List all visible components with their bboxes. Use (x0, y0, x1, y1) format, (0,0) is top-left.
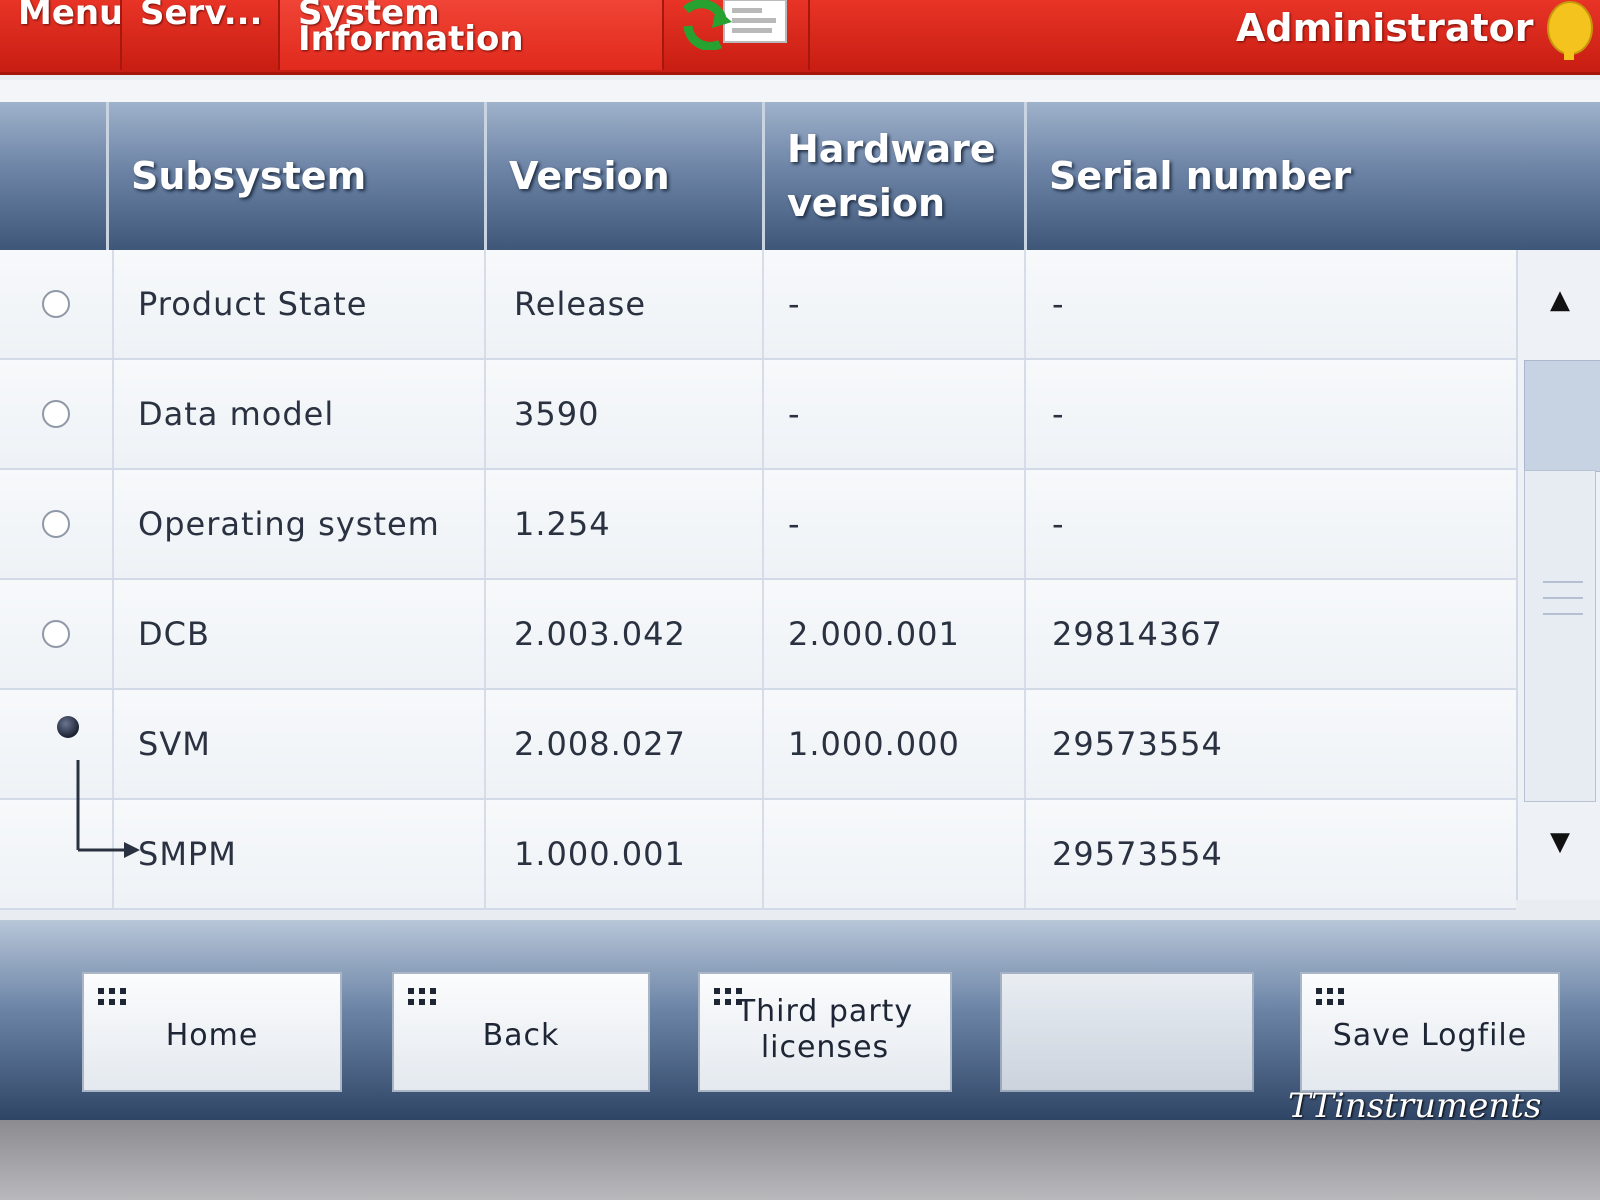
radio-button[interactable] (42, 620, 70, 648)
home-button[interactable]: Home (82, 972, 342, 1092)
current-user: Administrator (1236, 6, 1534, 50)
cell-hardware-version: 1.000.000 (762, 690, 1024, 798)
cell-hardware-version: - (762, 470, 1024, 578)
cell-subsystem: Operating system (112, 470, 484, 578)
scroll-up-arrow-icon[interactable]: ▲ (1540, 280, 1580, 320)
tree-connector-arrow-icon (76, 760, 140, 858)
table-row-child[interactable]: SMPM 1.000.001 29573554 (0, 800, 1516, 910)
tab-menu-label: Menu (18, 0, 122, 33)
tab-service-label: Serv... (140, 0, 263, 33)
vertical-scrollbar[interactable]: ▲ ▼ (1516, 250, 1600, 900)
row-radio-cell[interactable] (0, 580, 112, 688)
cell-serial-number: 29573554 (1024, 690, 1516, 798)
row-radio-cell[interactable] (0, 470, 112, 578)
cell-hardware-version (762, 800, 1024, 908)
radio-button-selected[interactable] (57, 716, 79, 738)
row-radio-cell[interactable] (0, 250, 112, 358)
cell-version: 2.008.027 (484, 690, 762, 798)
cell-subsystem: DCB (112, 580, 484, 688)
cell-version: Release (484, 250, 762, 358)
table-row[interactable]: Operating system 1.254 - - (0, 470, 1516, 580)
tab-system-information[interactable]: System Information (280, 0, 664, 70)
subsystem-table-body: Product State Release - - Data model 359… (0, 250, 1516, 910)
cell-subsystem: SMPM (112, 800, 484, 908)
third-party-licenses-button[interactable]: Third party licenses (698, 972, 952, 1092)
cell-hardware-version: - (762, 250, 1024, 358)
third-party-licenses-label: Third party licenses (736, 994, 914, 1065)
column-header-version: Version (484, 102, 762, 250)
device-screen: Menu Serv... System Information Administ… (0, 0, 1600, 1120)
tab-service[interactable]: Serv... (122, 0, 280, 70)
grid-icon (1316, 988, 1344, 1005)
empty-button (1000, 972, 1254, 1092)
back-button-label: Back (482, 1018, 560, 1053)
save-logfile-button[interactable]: Save Logfile (1300, 972, 1560, 1092)
cell-version: 1.254 (484, 470, 762, 578)
save-logfile-label: Save Logfile (1332, 1018, 1528, 1053)
tab-menu[interactable]: Menu (0, 0, 122, 70)
scroll-down-arrow-icon[interactable]: ▼ (1540, 822, 1580, 862)
radio-button[interactable] (42, 510, 70, 538)
table-row-selected[interactable]: SVM 2.008.027 1.000.000 29573554 (0, 690, 1516, 800)
top-bar: Menu Serv... System Information Administ… (0, 0, 1600, 75)
export-log-button[interactable] (664, 0, 810, 70)
cell-serial-number: - (1024, 470, 1516, 578)
home-button-label: Home (165, 1018, 259, 1053)
table-row[interactable]: DCB 2.003.042 2.000.001 29814367 (0, 580, 1516, 690)
cell-subsystem: Data model (112, 360, 484, 468)
back-button[interactable]: Back (392, 972, 650, 1092)
cell-hardware-version: - (762, 360, 1024, 468)
row-radio-cell[interactable] (0, 360, 112, 468)
grid-icon (408, 988, 436, 1005)
tab-system-information-label: System Information (298, 0, 524, 59)
scrollbar-track[interactable] (1524, 470, 1596, 802)
table-row[interactable]: Data model 3590 - - (0, 360, 1516, 470)
device-bezel (0, 1120, 1600, 1200)
cell-version: 1.000.001 (484, 800, 762, 908)
cell-serial-number: 29814367 (1024, 580, 1516, 688)
cell-subsystem: Product State (112, 250, 484, 358)
table-header: Subsystem Version Hardware version Seria… (0, 102, 1600, 250)
cell-subsystem: SVM (112, 690, 484, 798)
cell-serial-number: - (1024, 360, 1516, 468)
cell-hardware-version: 2.000.001 (762, 580, 1024, 688)
radio-button[interactable] (42, 400, 70, 428)
column-header-select (0, 102, 106, 250)
cell-serial-number: - (1024, 250, 1516, 358)
watermark: TTinstruments (1288, 1086, 1542, 1126)
scrollbar-thumb[interactable] (1524, 360, 1600, 472)
radio-button[interactable] (42, 290, 70, 318)
column-header-hardware-version: Hardware version (762, 102, 1024, 250)
column-header-subsystem: Subsystem (106, 102, 484, 250)
table-row[interactable]: Product State Release - - (0, 250, 1516, 360)
grid-icon (98, 988, 126, 1005)
cell-version: 3590 (484, 360, 762, 468)
column-header-serial-number: Serial number (1024, 102, 1600, 250)
export-log-icon (682, 0, 787, 50)
header-gap (0, 80, 1600, 102)
cell-version: 2.003.042 (484, 580, 762, 688)
cell-serial-number: 29573554 (1024, 800, 1516, 908)
key-icon[interactable] (1540, 0, 1600, 60)
